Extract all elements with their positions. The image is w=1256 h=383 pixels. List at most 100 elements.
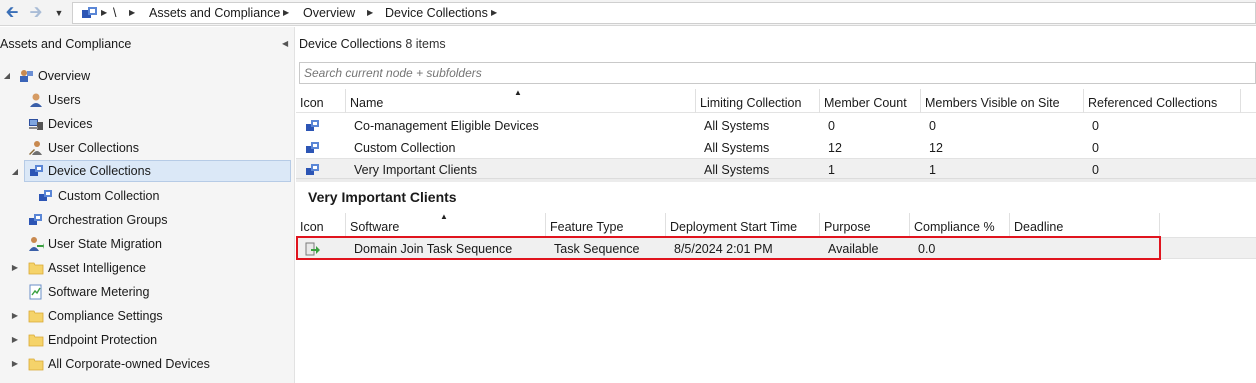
tree-item-label: User State Migration [48,237,162,251]
navigation-tree: Assets and Compliance ◀ ◢ Overview Users… [0,27,295,383]
cell-referenced: 0 [1092,119,1099,133]
column-header-icon[interactable]: Icon [296,89,346,113]
tree-item-endpoint-protection[interactable]: ▶ Endpoint Protection [0,329,290,351]
column-header-deployment-start-time[interactable]: Deployment Start Time [666,213,820,237]
overview-icon [20,70,33,82]
collapsed-arrow-icon[interactable]: ▶ [10,329,20,351]
column-header-limiting-collection[interactable]: Limiting Collection [696,89,820,113]
tree-item-overview[interactable]: ◢ Overview [0,65,290,87]
column-header-member-count[interactable]: Member Count [820,89,921,113]
expanded-arrow-icon[interactable]: ◢ [10,161,22,183]
tree-item-label: Device Collections [48,164,151,178]
search-input[interactable] [300,63,1255,83]
table-row[interactable]: Custom Collection All Systems 12 12 0 [296,137,1256,159]
tree-item-label: Compliance Settings [48,309,163,323]
collapse-pane-icon[interactable]: ◀ [282,39,288,48]
back-arrow-icon[interactable]: 🡰 [2,3,22,23]
console-icon [82,7,97,18]
breadcrumb-item-overview[interactable]: Overview [303,6,355,20]
sort-ascending-icon: ▲ [514,88,522,97]
table-row[interactable]: Co-management Eligible Devices All Syste… [296,115,1256,137]
list-title-text: Device Collections [299,37,402,51]
column-header-purpose[interactable]: Purpose [820,213,910,237]
user-collection-icon [29,141,42,155]
user-migration-icon [29,237,44,251]
tree-item-label: All Corporate-owned Devices [48,357,210,371]
highlight-outline [296,236,1161,260]
collections-grid-header: Icon Name ▲ Limiting Collection Member C… [296,88,1256,113]
tree-item-label: Devices [48,117,93,131]
tree-item-label: Custom Collection [58,189,160,203]
content-pane: Device Collections 8 items Icon Name ▲ L… [296,27,1256,383]
column-header-icon[interactable]: Icon [296,213,346,237]
tree-item-label: Endpoint Protection [48,333,158,347]
breadcrumb-separator-icon: ▶ [283,8,290,17]
cell-referenced: 0 [1092,141,1099,155]
devices-icon [29,119,43,130]
device-collection-icon [39,190,52,201]
deployments-grid-header: Icon Software ▲ Feature Type Deployment … [296,212,1161,237]
tree-item-devices[interactable]: Devices [0,113,290,135]
tree-item-compliance-settings[interactable]: ▶ Compliance Settings [0,305,290,327]
column-header-deadline[interactable]: Deadline [1010,213,1160,237]
breadcrumb-separator-icon: ▶ [491,8,498,17]
device-collection-icon [306,142,319,153]
tree-item-label: Orchestration Groups [48,213,168,227]
tree-item-user-collections[interactable]: User Collections [0,137,290,159]
cell-name: Co-management Eligible Devices [354,119,539,133]
tree-item-label: Users [48,93,81,107]
breadcrumb-item-device-collections[interactable]: Device Collections [385,6,488,20]
breadcrumb[interactable]: ▶ \ ▶ Assets and Compliance ▶ Overview ▶… [72,2,1256,24]
breadcrumb-separator-icon: ▶ [101,8,108,17]
tree-item-label: User Collections [48,141,140,155]
column-header-feature-type[interactable]: Feature Type [546,213,666,237]
folder-icon [28,334,44,347]
tree-item-software-metering[interactable]: Software Metering [0,281,290,303]
expanded-arrow-icon[interactable]: ◢ [2,65,12,87]
forward-arrow-icon[interactable]: 🡲 [26,3,46,23]
breadcrumb-separator-icon: ▶ [129,8,136,17]
tree-item-users[interactable]: Users [0,89,290,111]
sort-ascending-icon: ▲ [440,212,448,221]
cell-limiting: All Systems [704,119,770,133]
tree-header: Assets and Compliance [0,37,132,51]
cell-member-count: 12 [828,141,842,155]
table-row-selected[interactable]: Very Important Clients All Systems 1 1 0 [296,158,1256,180]
folder-icon [28,262,44,275]
user-icon [30,93,42,107]
search-box[interactable] [299,62,1256,84]
orchestration-icon [29,214,42,225]
cell-members-visible: 12 [929,141,943,155]
device-collection-icon [30,165,43,176]
tree-item-user-state-migration[interactable]: User State Migration [0,233,290,255]
column-header-referenced-collections[interactable]: Referenced Collections [1084,89,1241,113]
metering-icon [29,284,42,300]
tree-item-custom-collection[interactable]: Custom Collection [0,185,290,207]
tree-item-label: Overview [38,69,91,83]
breadcrumb-separator-icon: ▶ [367,8,374,17]
folder-icon [28,310,44,323]
collapsed-arrow-icon[interactable]: ▶ [10,257,20,279]
history-dropdown-icon[interactable]: ▼ [52,3,66,23]
tree-item-corporate-owned-devices[interactable]: ▶ All Corporate-owned Devices [0,353,290,375]
pane-splitter[interactable] [296,178,1256,182]
breadcrumb-item-assets[interactable]: Assets and Compliance [149,6,280,20]
breadcrumb-root[interactable]: \ [113,6,116,20]
column-header-compliance[interactable]: Compliance % [910,213,1010,237]
detail-title: Very Important Clients [308,189,457,205]
list-title: Device Collections 8 items [299,37,446,51]
tree-item-label: Asset Intelligence [48,261,146,275]
device-collection-icon [306,164,319,175]
cell-member-count: 0 [828,119,835,133]
item-count: 8 items [405,37,446,51]
tree-item-label: Software Metering [48,285,150,299]
tree-item-device-collections[interactable]: Device Collections [24,160,291,182]
collapsed-arrow-icon[interactable]: ▶ [10,353,20,375]
address-bar: 🡰 🡲 ▼ ▶ \ ▶ Assets and Compliance ▶ Over… [0,0,1256,26]
collapsed-arrow-icon[interactable]: ▶ [10,305,20,327]
tree-item-asset-intelligence[interactable]: ▶ Asset Intelligence [0,257,290,279]
column-header-members-visible[interactable]: Members Visible on Site [921,89,1084,113]
cell-name: Custom Collection [354,141,456,155]
cell-members-visible: 0 [929,119,936,133]
tree-item-orchestration-groups[interactable]: Orchestration Groups [0,209,290,231]
